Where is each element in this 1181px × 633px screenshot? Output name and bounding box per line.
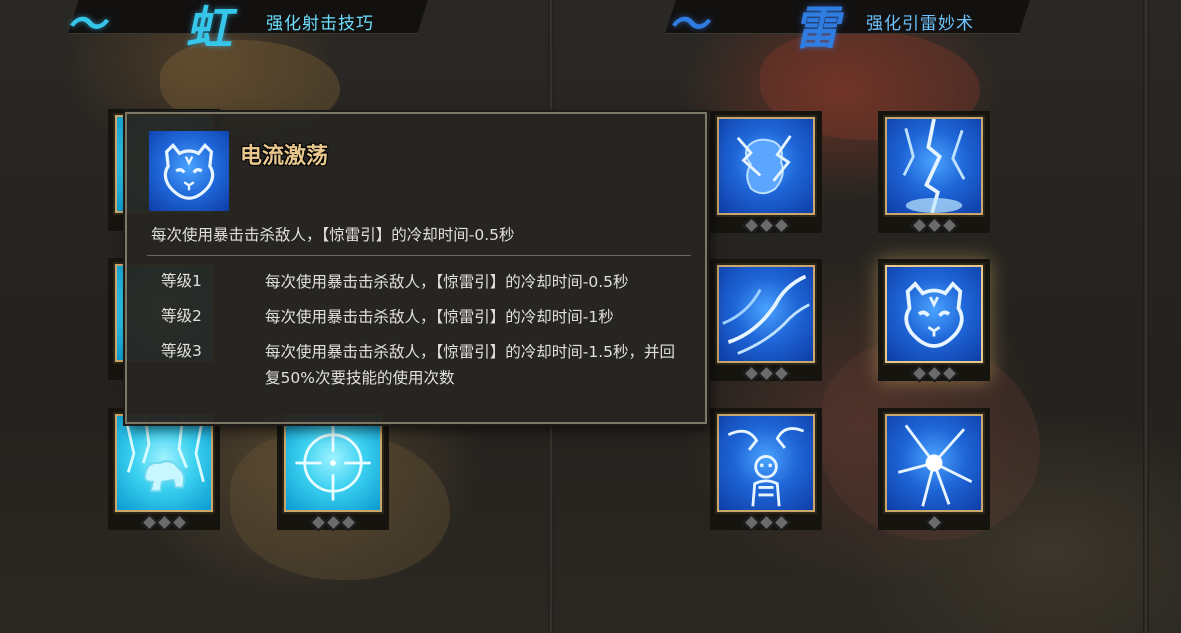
skill-tile-crosshair[interactable] [277, 408, 389, 532]
level-pip [338, 513, 358, 532]
skill-level-pips [108, 513, 220, 532]
level-pip [169, 513, 189, 532]
skill-tile-shocked-person[interactable] [710, 408, 822, 532]
lightning-strike-icon [883, 115, 985, 217]
skill-level-pips [710, 364, 822, 383]
skill-level-pips [710, 216, 822, 235]
level-pip [771, 513, 791, 532]
lightning-swirl-icon [715, 263, 817, 365]
level-description: 每次使用暴击击杀敌人，【惊雷引】的冷却时间-0.5秒 [265, 273, 629, 291]
level-pip [924, 513, 944, 532]
skill-level-pips [710, 513, 822, 532]
skill-tile-lightning-burst[interactable] [878, 408, 990, 532]
bear-lightning-icon [113, 412, 215, 514]
panel-divider [1143, 0, 1149, 633]
crosshair-icon [282, 412, 384, 514]
level-name: 等级2 [161, 307, 202, 325]
skill-tile-lightning-strike[interactable] [878, 111, 990, 235]
left-header-bar [68, 0, 428, 34]
level-description: 每次使用暴击击杀敌人，【惊雷引】的冷却时间-1秒 [265, 308, 614, 326]
level-pip [939, 216, 959, 235]
level-pip [771, 216, 791, 235]
level-pip [771, 364, 791, 383]
level-name: 等级3 [161, 342, 202, 360]
level-name: 等级1 [161, 272, 202, 290]
tooltip-title: 电流激荡 [240, 143, 329, 169]
skill-tile-tiger-selected[interactable] [878, 259, 990, 383]
skill-level-pips [277, 513, 389, 532]
lightning-burst-icon [883, 412, 985, 514]
skill-level-pips [878, 513, 990, 532]
skill-level-pips [878, 364, 990, 383]
skill-tile-lightning-pot[interactable] [710, 111, 822, 235]
level-description: 每次使用暴击击杀敌人，【惊雷引】的冷却时间-1.5秒，并回复50%次要技能的使用… [265, 343, 675, 387]
tiger-face-icon [149, 131, 229, 211]
tooltip-separator [147, 255, 691, 256]
shocked-person-icon [715, 412, 817, 514]
skill-level-pips [878, 216, 990, 235]
skill-tile-lightning-swirl[interactable] [710, 259, 822, 383]
right-header-title: 强化引雷妙术 [866, 14, 974, 34]
tiger-face-icon [883, 263, 985, 365]
left-header-title: 强化射击技巧 [266, 14, 374, 34]
lightning-pot-icon [715, 115, 817, 217]
skill-tooltip: 电流激荡 每次使用暴击击杀敌人，【惊雷引】的冷却时间-0.5秒 等级1 每次使用… [125, 112, 707, 424]
level-pip [939, 364, 959, 383]
skill-tile-bear[interactable] [108, 408, 220, 532]
tooltip-description: 每次使用暴击击杀敌人，【惊雷引】的冷却时间-0.5秒 [151, 226, 515, 244]
